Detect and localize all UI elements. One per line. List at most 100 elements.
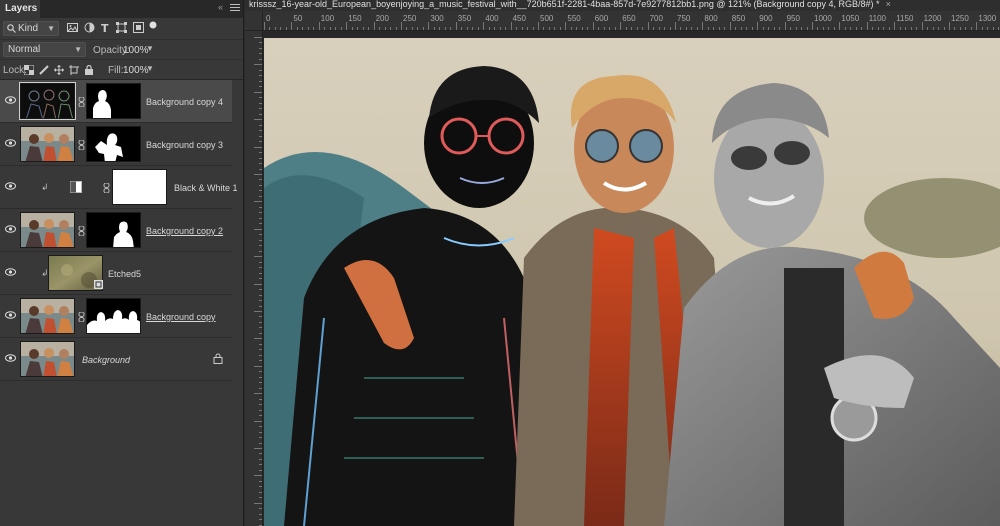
layer-row[interactable]: Background copy 2 xyxy=(0,209,232,252)
ruler-tick xyxy=(259,480,262,482)
ruler-minor-tick xyxy=(899,27,901,30)
ruler-tick xyxy=(259,513,262,515)
link-icon[interactable] xyxy=(78,140,85,150)
lock-all-icon[interactable] xyxy=(84,65,94,75)
lock-icon[interactable] xyxy=(213,353,223,364)
close-icon[interactable]: × xyxy=(886,0,891,9)
layer-name[interactable]: Background xyxy=(82,355,130,365)
layer-mask-thumbnail[interactable] xyxy=(86,298,141,334)
layer-mask-thumbnail[interactable] xyxy=(86,83,141,119)
ruler-tick xyxy=(259,239,262,241)
layer-name[interactable]: Background copy 3 xyxy=(146,140,223,150)
filter-pixel-icon[interactable] xyxy=(67,22,78,33)
filter-type-icon[interactable]: T xyxy=(100,22,111,33)
fill-input[interactable]: 100% xyxy=(123,65,149,76)
layer-thumbnail[interactable] xyxy=(20,341,75,377)
lock-artboard-icon[interactable] xyxy=(69,65,79,75)
ruler-tick xyxy=(254,119,262,121)
collapse-panel-icon[interactable]: « xyxy=(218,2,223,12)
eye-icon[interactable] xyxy=(5,311,16,319)
layer-thumbnail[interactable] xyxy=(20,126,75,162)
ruler-minor-tick xyxy=(505,27,507,30)
ruler-minor-tick xyxy=(658,27,660,30)
layer-row[interactable]: Background copy 4 xyxy=(0,80,232,123)
ruler-tick xyxy=(259,168,262,170)
layers-tab[interactable]: Layers xyxy=(0,0,40,18)
vertical-ruler[interactable] xyxy=(245,31,263,526)
layer-thumbnail[interactable] xyxy=(20,212,75,248)
layer-row[interactable]: ↲ Black & White 1 xyxy=(0,166,238,209)
link-icon[interactable] xyxy=(78,312,85,322)
layer-thumbnail[interactable] xyxy=(20,298,75,334)
ruler-tick xyxy=(675,22,676,30)
ruler-minor-tick xyxy=(959,27,961,30)
layer-name[interactable]: Background copy 4 xyxy=(146,97,223,107)
opacity-input[interactable]: 100% xyxy=(123,45,149,56)
document-tab[interactable]: krisssz_16-year-old_European_boyenjoying… xyxy=(249,0,891,11)
ruler-minor-tick xyxy=(740,27,742,30)
ruler-tick xyxy=(254,420,262,422)
link-icon[interactable] xyxy=(78,97,85,107)
black-white-adjustment-icon[interactable] xyxy=(70,181,82,193)
ruler-tick xyxy=(259,184,262,186)
ruler-minor-tick xyxy=(828,27,830,30)
layer-mask-thumbnail[interactable] xyxy=(86,212,141,248)
lock-move-icon[interactable] xyxy=(54,65,64,75)
filter-adjustment-icon[interactable] xyxy=(84,22,95,33)
eye-icon[interactable] xyxy=(5,96,16,104)
ruler-tick xyxy=(254,448,262,449)
chevron-down-icon: ▼ xyxy=(74,45,82,54)
fill-chevron-icon[interactable]: ▼ xyxy=(146,64,154,73)
filter-smart-object-icon[interactable] xyxy=(133,22,144,33)
layer-mask-thumbnail[interactable] xyxy=(112,169,167,205)
lock-transparent-icon[interactable] xyxy=(24,65,34,75)
ruler-tick xyxy=(259,86,262,88)
hamburger-menu-icon[interactable] xyxy=(230,4,240,14)
ruler-minor-tick xyxy=(269,27,271,30)
ruler-minor-tick xyxy=(307,27,309,30)
layer-name[interactable]: Black & White 1 xyxy=(174,183,238,193)
ruler-tick xyxy=(259,58,262,60)
opacity-chevron-icon[interactable]: ▼ xyxy=(146,44,154,53)
layer-row[interactable]: ↲ Etched5 xyxy=(0,252,232,295)
layer-row[interactable]: Background xyxy=(0,338,232,381)
layer-name[interactable]: Background copy 2 xyxy=(146,226,223,236)
ruler-tick xyxy=(647,22,649,30)
mask-silhouette xyxy=(113,221,134,247)
ruler-minor-tick xyxy=(450,27,452,30)
layer-name[interactable]: Background copy xyxy=(146,312,216,322)
layer-name[interactable]: Etched5 xyxy=(108,269,141,279)
lock-brush-icon[interactable] xyxy=(39,65,49,75)
horizontal-ruler[interactable]: 0 50 100 150 200 250 300 350 400 450 500 550 600 650 7… xyxy=(263,11,1000,31)
ruler-minor-tick xyxy=(850,27,852,30)
link-icon[interactable] xyxy=(78,226,85,236)
layer-row[interactable]: Background copy xyxy=(0,295,232,338)
eye-icon[interactable] xyxy=(5,268,16,276)
ruler-tick-label: 600 xyxy=(594,14,609,23)
ruler-tick xyxy=(254,64,262,66)
layer-row[interactable]: Background copy 3 xyxy=(0,123,232,166)
eye-icon[interactable] xyxy=(5,139,16,147)
filter-shape-icon[interactable] xyxy=(116,22,127,33)
ruler-corner[interactable] xyxy=(245,11,263,31)
ruler-tick xyxy=(254,37,262,38)
link-icon[interactable] xyxy=(103,183,110,193)
ruler-tick xyxy=(259,190,262,192)
ruler-tick xyxy=(259,42,262,44)
eye-icon[interactable] xyxy=(5,182,16,190)
filter-toggle-icon[interactable] xyxy=(148,20,159,31)
ruler-minor-tick xyxy=(636,27,638,30)
ruler-tick xyxy=(259,179,262,181)
ruler-tick xyxy=(254,228,262,230)
filter-kind-dropdown[interactable]: Kind ▼ xyxy=(3,21,59,36)
ruler-minor-tick xyxy=(439,27,441,30)
layer-thumbnail[interactable] xyxy=(19,82,76,120)
image-canvas[interactable] xyxy=(264,38,1000,526)
ruler-minor-tick xyxy=(822,27,824,30)
ruler-tick xyxy=(259,289,262,291)
ruler-minor-tick xyxy=(631,27,633,30)
blend-mode-dropdown[interactable]: Normal ▼ xyxy=(3,42,86,57)
eye-icon[interactable] xyxy=(5,225,16,233)
layer-mask-thumbnail[interactable] xyxy=(86,126,141,162)
eye-icon[interactable] xyxy=(5,354,16,362)
